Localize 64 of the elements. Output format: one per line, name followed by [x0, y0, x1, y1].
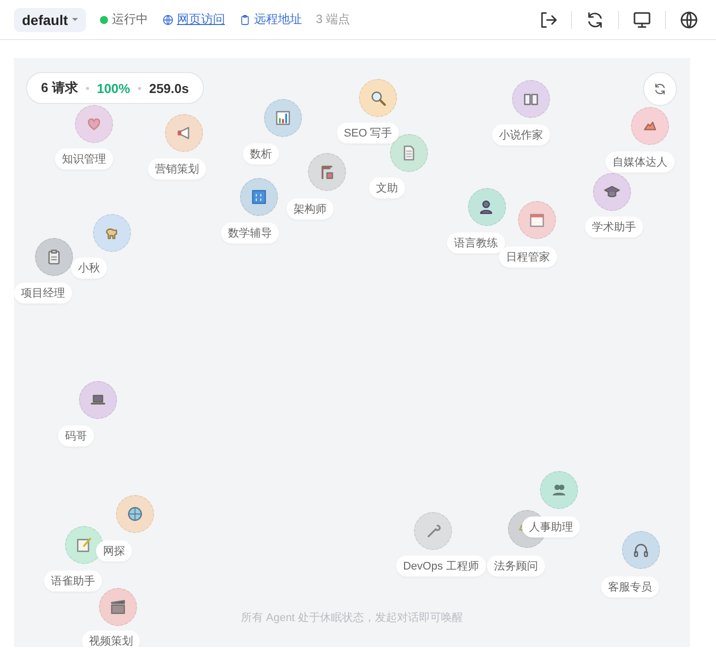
agent-label[interactable]: 学术助手: [585, 216, 643, 238]
agent-label[interactable]: 知识管理: [55, 148, 113, 170]
agent-avatar[interactable]: [631, 107, 669, 145]
agent-label[interactable]: 日程管家: [499, 246, 557, 268]
agent-avatar[interactable]: [512, 80, 550, 118]
agent-label[interactable]: 网探: [96, 540, 132, 562]
agent-label[interactable]: 营销策划: [148, 158, 206, 180]
agent-avatar[interactable]: [540, 471, 578, 509]
globe-icon: [679, 10, 699, 30]
bar-chart-icon: [274, 109, 292, 127]
request-count: 6 请求: [41, 79, 78, 97]
calendar-icon: [528, 211, 546, 229]
agent-avatar[interactable]: [468, 188, 506, 226]
monitor-icon: [632, 10, 652, 30]
agent-avatar[interactable]: [308, 153, 346, 191]
agent-avatar[interactable]: [264, 99, 302, 137]
status-label: 运行中: [112, 11, 148, 28]
agent-label[interactable]: 语言教练: [447, 232, 505, 254]
refresh-icon: [585, 10, 605, 30]
agent-label[interactable]: 自媒体达人: [606, 152, 674, 172]
workspace-dropdown[interactable]: default: [14, 8, 86, 32]
search-icon: [369, 89, 387, 107]
agent-label[interactable]: 架构师: [286, 198, 334, 220]
globe-icon: [126, 505, 144, 523]
clipboard-icon: [238, 14, 251, 26]
agent-label[interactable]: 项目经理: [14, 282, 72, 304]
headset-icon: [632, 541, 650, 559]
agent-label[interactable]: 数学辅导: [221, 222, 279, 244]
agent-label[interactable]: 语雀助手: [44, 570, 102, 592]
agent-avatar[interactable]: [79, 381, 117, 419]
agent-avatar[interactable]: [93, 214, 131, 252]
number-grid-icon: [250, 188, 268, 206]
total-duration: 259.0s: [149, 80, 189, 96]
agent-label[interactable]: 客服专员: [601, 576, 659, 598]
agent-label[interactable]: 视频策划: [82, 630, 140, 647]
agent-label[interactable]: 小说作家: [492, 124, 550, 146]
agent-avatar[interactable]: [593, 173, 631, 211]
header-link[interactable]: 远程地址: [238, 11, 302, 28]
agent-label[interactable]: 法务顾问: [487, 556, 545, 576]
idle-hint: 所有 Agent 处于休眠状态，发起对话即可唤醒: [240, 610, 464, 625]
agent-label[interactable]: 小秋: [71, 258, 107, 278]
agent-avatar[interactable]: [240, 178, 278, 216]
agent-avatar[interactable]: [35, 238, 73, 276]
refresh-icon: [653, 82, 667, 96]
agent-label[interactable]: SEO 写手: [336, 122, 400, 144]
globe-icon: [162, 14, 174, 26]
caret-icon: [72, 18, 78, 21]
header-link[interactable]: 网页访问: [162, 11, 225, 28]
note-icon: [75, 536, 93, 554]
agent-avatar[interactable]: [116, 495, 154, 533]
agent-avatar[interactable]: [622, 531, 660, 569]
agent-avatar[interactable]: [99, 588, 137, 626]
success-rate: 100%: [96, 80, 130, 96]
clapperboard-icon: [109, 598, 127, 616]
agent-label[interactable]: 人事助理: [522, 516, 580, 538]
agent-avatar[interactable]: [390, 134, 428, 172]
agent-label[interactable]: 数析: [243, 144, 279, 164]
agent-avatar[interactable]: [165, 114, 203, 152]
agent-label[interactable]: DevOps 工程师: [396, 556, 486, 576]
agent-avatar[interactable]: [359, 79, 397, 117]
agent-avatar[interactable]: [65, 526, 103, 564]
endpoint-count: 3 端点: [316, 11, 350, 28]
agent-label[interactable]: 码哥: [58, 426, 94, 446]
agent-label[interactable]: 文助: [369, 178, 405, 198]
